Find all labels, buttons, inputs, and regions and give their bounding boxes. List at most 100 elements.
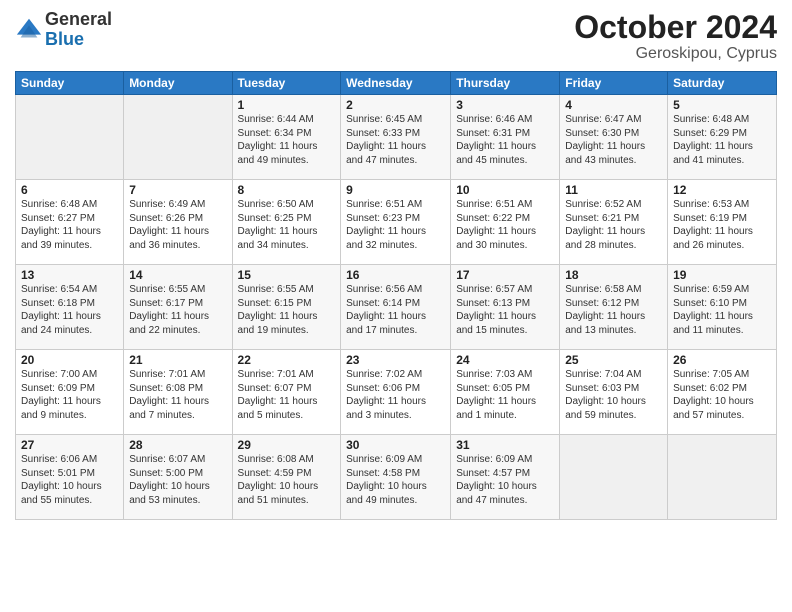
day-number: 16 bbox=[346, 268, 445, 282]
day-number: 26 bbox=[673, 353, 771, 367]
calendar-cell: 12Sunrise: 6:53 AM Sunset: 6:19 PM Dayli… bbox=[668, 180, 777, 265]
day-number: 9 bbox=[346, 183, 445, 197]
day-info: Sunrise: 7:03 AM Sunset: 6:05 PM Dayligh… bbox=[456, 368, 554, 422]
day-number: 29 bbox=[238, 438, 336, 452]
day-info: Sunrise: 7:01 AM Sunset: 6:07 PM Dayligh… bbox=[238, 368, 336, 422]
calendar-week-5: 27Sunrise: 6:06 AM Sunset: 5:01 PM Dayli… bbox=[16, 435, 777, 520]
logo: General Blue bbox=[15, 10, 112, 50]
calendar-cell: 5Sunrise: 6:48 AM Sunset: 6:29 PM Daylig… bbox=[668, 95, 777, 180]
logo-blue: Blue bbox=[45, 30, 112, 50]
day-number: 6 bbox=[21, 183, 118, 197]
day-number: 15 bbox=[238, 268, 336, 282]
calendar-cell: 7Sunrise: 6:49 AM Sunset: 6:26 PM Daylig… bbox=[124, 180, 232, 265]
calendar-cell: 3Sunrise: 6:46 AM Sunset: 6:31 PM Daylig… bbox=[451, 95, 560, 180]
day-number: 14 bbox=[129, 268, 226, 282]
day-info: Sunrise: 6:07 AM Sunset: 5:00 PM Dayligh… bbox=[129, 453, 226, 507]
calendar-cell: 13Sunrise: 6:54 AM Sunset: 6:18 PM Dayli… bbox=[16, 265, 124, 350]
header-friday: Friday bbox=[560, 72, 668, 95]
day-number: 1 bbox=[238, 98, 336, 112]
day-number: 20 bbox=[21, 353, 118, 367]
calendar-cell: 2Sunrise: 6:45 AM Sunset: 6:33 PM Daylig… bbox=[341, 95, 451, 180]
day-info: Sunrise: 6:50 AM Sunset: 6:25 PM Dayligh… bbox=[238, 198, 336, 252]
calendar-cell bbox=[560, 435, 668, 520]
day-info: Sunrise: 6:47 AM Sunset: 6:30 PM Dayligh… bbox=[565, 113, 662, 167]
month-title: October 2024 bbox=[574, 10, 777, 45]
calendar-cell: 11Sunrise: 6:52 AM Sunset: 6:21 PM Dayli… bbox=[560, 180, 668, 265]
day-info: Sunrise: 7:02 AM Sunset: 6:06 PM Dayligh… bbox=[346, 368, 445, 422]
calendar-cell: 17Sunrise: 6:57 AM Sunset: 6:13 PM Dayli… bbox=[451, 265, 560, 350]
calendar-cell: 21Sunrise: 7:01 AM Sunset: 6:08 PM Dayli… bbox=[124, 350, 232, 435]
calendar-cell: 24Sunrise: 7:03 AM Sunset: 6:05 PM Dayli… bbox=[451, 350, 560, 435]
calendar-cell: 30Sunrise: 6:09 AM Sunset: 4:58 PM Dayli… bbox=[341, 435, 451, 520]
calendar-cell: 16Sunrise: 6:56 AM Sunset: 6:14 PM Dayli… bbox=[341, 265, 451, 350]
calendar-cell: 10Sunrise: 6:51 AM Sunset: 6:22 PM Dayli… bbox=[451, 180, 560, 265]
calendar-table: Sunday Monday Tuesday Wednesday Thursday… bbox=[15, 71, 777, 520]
day-info: Sunrise: 6:49 AM Sunset: 6:26 PM Dayligh… bbox=[129, 198, 226, 252]
day-number: 30 bbox=[346, 438, 445, 452]
header-tuesday: Tuesday bbox=[232, 72, 341, 95]
calendar-cell: 6Sunrise: 6:48 AM Sunset: 6:27 PM Daylig… bbox=[16, 180, 124, 265]
day-number: 21 bbox=[129, 353, 226, 367]
day-info: Sunrise: 6:55 AM Sunset: 6:15 PM Dayligh… bbox=[238, 283, 336, 337]
day-number: 19 bbox=[673, 268, 771, 282]
day-number: 13 bbox=[21, 268, 118, 282]
day-info: Sunrise: 6:55 AM Sunset: 6:17 PM Dayligh… bbox=[129, 283, 226, 337]
calendar-week-1: 1Sunrise: 6:44 AM Sunset: 6:34 PM Daylig… bbox=[16, 95, 777, 180]
day-info: Sunrise: 6:08 AM Sunset: 4:59 PM Dayligh… bbox=[238, 453, 336, 507]
calendar-cell: 23Sunrise: 7:02 AM Sunset: 6:06 PM Dayli… bbox=[341, 350, 451, 435]
calendar-cell: 26Sunrise: 7:05 AM Sunset: 6:02 PM Dayli… bbox=[668, 350, 777, 435]
day-info: Sunrise: 6:57 AM Sunset: 6:13 PM Dayligh… bbox=[456, 283, 554, 337]
calendar-week-2: 6Sunrise: 6:48 AM Sunset: 6:27 PM Daylig… bbox=[16, 180, 777, 265]
day-number: 12 bbox=[673, 183, 771, 197]
day-info: Sunrise: 6:48 AM Sunset: 6:29 PM Dayligh… bbox=[673, 113, 771, 167]
calendar-cell: 31Sunrise: 6:09 AM Sunset: 4:57 PM Dayli… bbox=[451, 435, 560, 520]
header-thursday: Thursday bbox=[451, 72, 560, 95]
calendar-week-4: 20Sunrise: 7:00 AM Sunset: 6:09 PM Dayli… bbox=[16, 350, 777, 435]
calendar-cell: 27Sunrise: 6:06 AM Sunset: 5:01 PM Dayli… bbox=[16, 435, 124, 520]
day-info: Sunrise: 6:09 AM Sunset: 4:58 PM Dayligh… bbox=[346, 453, 445, 507]
day-info: Sunrise: 6:51 AM Sunset: 6:23 PM Dayligh… bbox=[346, 198, 445, 252]
day-number: 5 bbox=[673, 98, 771, 112]
logo-text: General Blue bbox=[45, 10, 112, 50]
header-wednesday: Wednesday bbox=[341, 72, 451, 95]
day-info: Sunrise: 6:06 AM Sunset: 5:01 PM Dayligh… bbox=[21, 453, 118, 507]
day-info: Sunrise: 6:56 AM Sunset: 6:14 PM Dayligh… bbox=[346, 283, 445, 337]
calendar-cell: 29Sunrise: 6:08 AM Sunset: 4:59 PM Dayli… bbox=[232, 435, 341, 520]
days-header-row: Sunday Monday Tuesday Wednesday Thursday… bbox=[16, 72, 777, 95]
day-info: Sunrise: 6:09 AM Sunset: 4:57 PM Dayligh… bbox=[456, 453, 554, 507]
day-number: 17 bbox=[456, 268, 554, 282]
day-number: 25 bbox=[565, 353, 662, 367]
header-sunday: Sunday bbox=[16, 72, 124, 95]
day-info: Sunrise: 6:48 AM Sunset: 6:27 PM Dayligh… bbox=[21, 198, 118, 252]
header: General Blue October 2024 Geroskipou, Cy… bbox=[15, 10, 777, 63]
day-number: 23 bbox=[346, 353, 445, 367]
day-info: Sunrise: 6:46 AM Sunset: 6:31 PM Dayligh… bbox=[456, 113, 554, 167]
day-number: 10 bbox=[456, 183, 554, 197]
day-number: 4 bbox=[565, 98, 662, 112]
day-number: 24 bbox=[456, 353, 554, 367]
day-number: 22 bbox=[238, 353, 336, 367]
calendar-cell: 19Sunrise: 6:59 AM Sunset: 6:10 PM Dayli… bbox=[668, 265, 777, 350]
calendar-header: Sunday Monday Tuesday Wednesday Thursday… bbox=[16, 72, 777, 95]
day-info: Sunrise: 7:00 AM Sunset: 6:09 PM Dayligh… bbox=[21, 368, 118, 422]
day-number: 27 bbox=[21, 438, 118, 452]
day-number: 18 bbox=[565, 268, 662, 282]
logo-general: General bbox=[45, 10, 112, 30]
calendar-cell: 25Sunrise: 7:04 AM Sunset: 6:03 PM Dayli… bbox=[560, 350, 668, 435]
calendar-cell: 14Sunrise: 6:55 AM Sunset: 6:17 PM Dayli… bbox=[124, 265, 232, 350]
calendar-cell: 20Sunrise: 7:00 AM Sunset: 6:09 PM Dayli… bbox=[16, 350, 124, 435]
calendar-week-3: 13Sunrise: 6:54 AM Sunset: 6:18 PM Dayli… bbox=[16, 265, 777, 350]
calendar-cell bbox=[124, 95, 232, 180]
day-number: 31 bbox=[456, 438, 554, 452]
day-number: 7 bbox=[129, 183, 226, 197]
calendar-cell bbox=[16, 95, 124, 180]
day-number: 2 bbox=[346, 98, 445, 112]
calendar-cell: 22Sunrise: 7:01 AM Sunset: 6:07 PM Dayli… bbox=[232, 350, 341, 435]
day-info: Sunrise: 6:58 AM Sunset: 6:12 PM Dayligh… bbox=[565, 283, 662, 337]
day-info: Sunrise: 7:04 AM Sunset: 6:03 PM Dayligh… bbox=[565, 368, 662, 422]
day-info: Sunrise: 6:59 AM Sunset: 6:10 PM Dayligh… bbox=[673, 283, 771, 337]
header-monday: Monday bbox=[124, 72, 232, 95]
day-info: Sunrise: 6:53 AM Sunset: 6:19 PM Dayligh… bbox=[673, 198, 771, 252]
calendar-cell: 1Sunrise: 6:44 AM Sunset: 6:34 PM Daylig… bbox=[232, 95, 341, 180]
day-info: Sunrise: 7:05 AM Sunset: 6:02 PM Dayligh… bbox=[673, 368, 771, 422]
